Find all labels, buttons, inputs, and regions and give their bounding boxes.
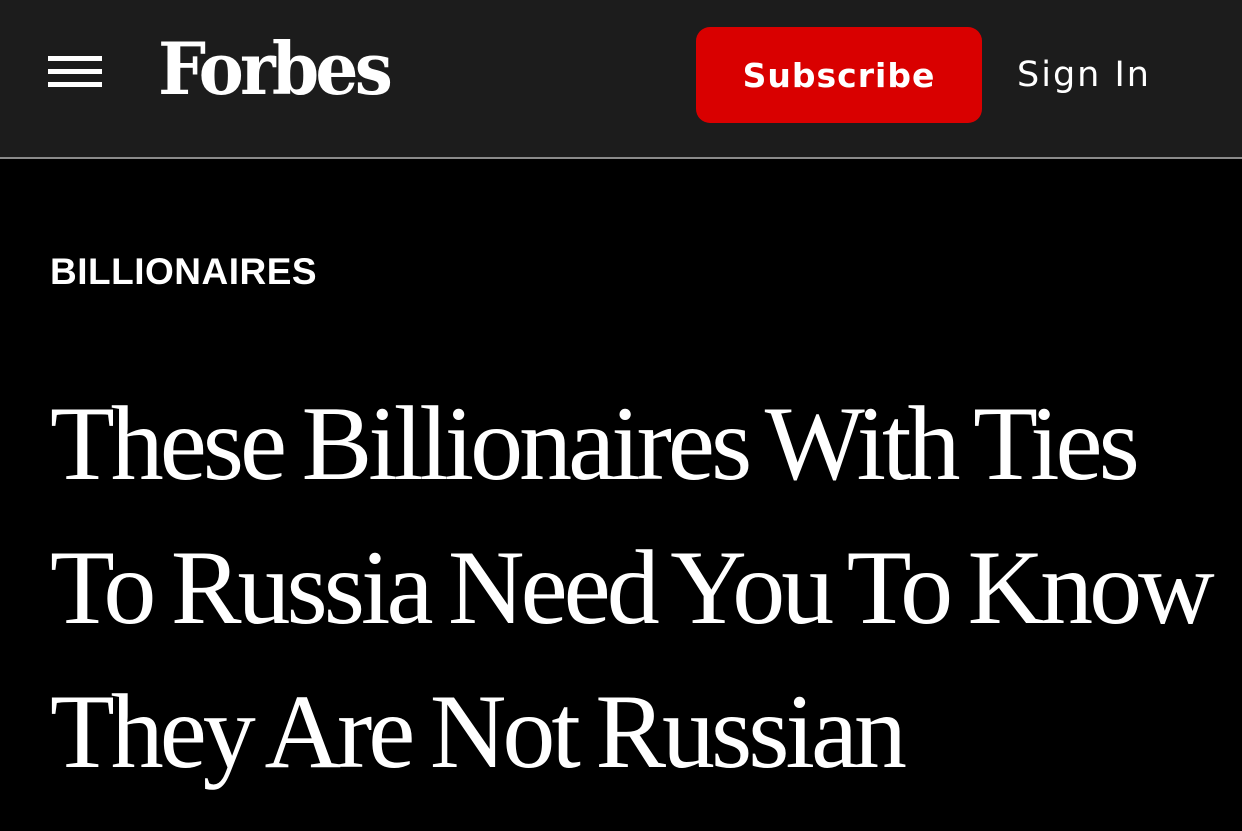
menu-bar [48, 82, 102, 87]
headline-line: They Are Not Russian [50, 673, 907, 790]
menu-bar [48, 69, 102, 74]
top-nav-bar: Forbes Subscribe Sign In [0, 0, 1242, 159]
section-label[interactable]: BILLIONAIRES [50, 250, 317, 294]
menu-bar [48, 56, 102, 61]
sign-in-link[interactable]: Sign In [1017, 50, 1151, 100]
headline-line: To Russia Need You To Know [50, 529, 1215, 646]
subscribe-button[interactable]: Subscribe [696, 27, 982, 123]
article-headline: These Billionaires With Ties To Russia N… [50, 372, 1215, 804]
hamburger-menu-icon[interactable] [48, 56, 102, 90]
headline-line: These Billionaires With Ties [50, 385, 1140, 502]
forbes-logo[interactable]: Forbes [158, 24, 393, 114]
